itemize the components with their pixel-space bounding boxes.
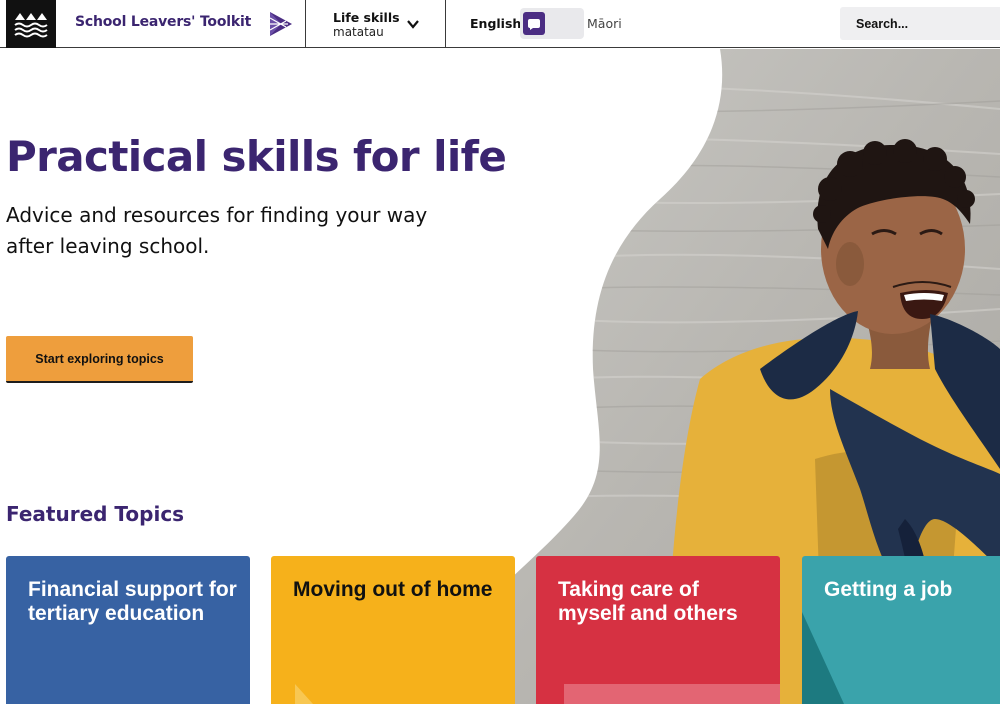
site-header: School Leavers' Toolkit Life skills mata… (0, 0, 1000, 48)
nav-subtitle: matatau (333, 25, 384, 39)
site-title-link[interactable]: School Leavers' Toolkit (75, 14, 251, 30)
triangle-decoration (802, 612, 844, 704)
triangle-arrow-icon (268, 10, 294, 42)
hero-subtitle: Advice and resources for finding your wa… (6, 203, 428, 258)
topic-card-taking-care[interactable]: Taking care of myself and others (536, 556, 780, 704)
hero-title: Practical skills for life (6, 132, 507, 181)
triangle-decoration (295, 684, 313, 704)
search-input[interactable] (840, 7, 1000, 40)
life-skills-dropdown[interactable]: Life skills matatau (306, 0, 445, 48)
card-decoration (564, 684, 780, 704)
topic-card-moving-out[interactable]: Moving out of home (271, 556, 515, 704)
topic-card-title: Taking care of myself and others (558, 578, 738, 625)
topic-card-title: Moving out of home (293, 578, 493, 601)
featured-topics-heading: Featured Topics (6, 502, 185, 526)
topic-card-title: Financial support for tertiary education (28, 578, 237, 625)
start-exploring-button[interactable]: Start exploring topics (6, 336, 193, 383)
topic-card-financial-support[interactable]: Financial support for tertiary education (6, 556, 250, 704)
language-english-label[interactable]: English (470, 16, 521, 31)
language-maori-label[interactable]: Māori (587, 16, 622, 31)
speech-bubble-icon (523, 12, 545, 35)
language-toggle[interactable] (520, 8, 584, 39)
logo-waves-icon[interactable] (6, 0, 56, 48)
header-divider (445, 0, 446, 48)
topic-card-getting-a-job[interactable]: Getting a job (802, 556, 1000, 704)
nav-title: Life skills (333, 10, 400, 25)
topic-card-title: Getting a job (824, 578, 953, 601)
chevron-down-icon (406, 16, 420, 35)
